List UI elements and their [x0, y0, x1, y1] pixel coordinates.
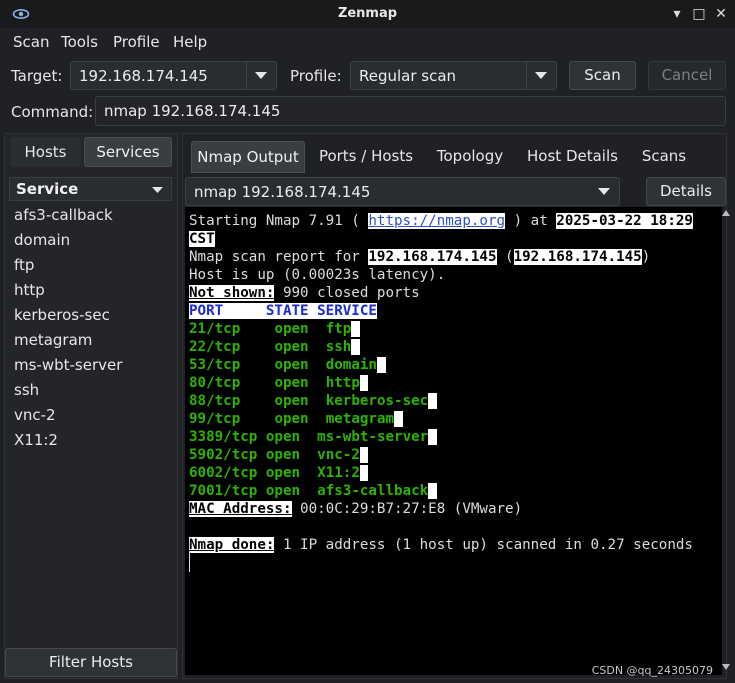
scan-select-dropdown[interactable]: [590, 178, 619, 205]
service-item[interactable]: domain: [14, 231, 70, 249]
target-value[interactable]: 192.168.174.145: [79, 67, 208, 85]
menu-profile[interactable]: Profile: [113, 33, 160, 51]
service-item[interactable]: ms-wbt-server: [14, 356, 122, 374]
port-header-text: PORT STATE SERVICE: [189, 303, 377, 319]
hosts-tab[interactable]: Hosts: [10, 137, 81, 167]
text-cursor: [189, 553, 190, 572]
menu-tools[interactable]: Tools: [61, 33, 98, 51]
port-row: 5902/tcp open vnc-2: [189, 446, 369, 464]
service-item[interactable]: X11:2: [14, 431, 58, 449]
output-text: ): [641, 249, 651, 265]
done-label: Nmap done:: [189, 537, 275, 553]
port-row: 88/tcp open kerberos-sec: [189, 392, 437, 410]
services-tab[interactable]: Services: [84, 137, 172, 167]
output-line: Starting Nmap 7.91 ( https://nmap.org ) …: [189, 212, 693, 230]
not-shown-label: Not shown:: [189, 285, 275, 301]
output-line: Nmap done: 1 IP address (1 host up) scan…: [189, 536, 693, 554]
tab-host-details[interactable]: Host Details: [519, 141, 626, 173]
port-row: 3389/tcp open ms-wbt-server: [189, 428, 437, 446]
profile-label: Profile:: [290, 67, 342, 85]
service-item[interactable]: ssh: [14, 381, 39, 399]
nmap-link[interactable]: https://nmap.org: [368, 213, 506, 229]
selected-scan-command[interactable]: nmap 192.168.174.145: [194, 183, 370, 201]
watermark: CSDN @qq_24305079: [591, 664, 713, 677]
nmap-output-text[interactable]: Starting Nmap 7.91 ( https://nmap.org ) …: [185, 207, 722, 675]
menu-help[interactable]: Help: [173, 33, 207, 51]
service-header-label: Service: [16, 180, 79, 198]
done-summary: 1 IP address (1 host up) scanned in 0.27…: [274, 537, 693, 553]
minimize-button[interactable]: ▾: [667, 4, 687, 24]
scan-date: 2025-03-22 18:29: [556, 213, 693, 229]
cancel-button[interactable]: Cancel: [648, 61, 726, 90]
output-text: 990 closed ports: [274, 285, 420, 301]
service-item[interactable]: vnc-2: [14, 406, 56, 424]
chevron-down-icon: [598, 188, 610, 195]
output-line: CST: [189, 230, 215, 248]
target-dropdown[interactable]: [246, 62, 276, 89]
filter-hosts-button[interactable]: Filter Hosts: [5, 648, 177, 677]
scan-timezone: CST: [189, 231, 215, 247]
host-ip: 192.168.174.145: [368, 249, 497, 265]
scroll-up-icon[interactable]: [722, 210, 730, 216]
port-row: 53/tcp open domain: [189, 356, 386, 374]
port-row: 7001/tcp open afs3-callback: [189, 482, 437, 500]
service-column-header[interactable]: Service: [9, 177, 172, 201]
output-text: (: [496, 249, 514, 265]
title-bar: Zenmap ▾ □ ✕: [0, 0, 735, 28]
maximize-button[interactable]: □: [689, 4, 709, 24]
service-item[interactable]: kerberos-sec: [14, 306, 110, 324]
scan-button[interactable]: Scan: [569, 61, 636, 90]
port-row: 80/tcp open http: [189, 374, 369, 392]
mac-address: 00:0C:29:B7:27:E8 (VMware): [291, 501, 523, 517]
target-label: Target:: [11, 67, 63, 85]
target-combo[interactable]: 192.168.174.145: [70, 61, 277, 90]
tab-scans[interactable]: Scans: [632, 141, 696, 173]
close-button[interactable]: ✕: [711, 4, 731, 24]
menu-scan[interactable]: Scan: [13, 33, 49, 51]
port-row: 99/tcp open metagram: [189, 410, 403, 428]
command-label: Command:: [11, 103, 94, 121]
chevron-down-icon: [535, 72, 547, 79]
scroll-down-icon[interactable]: [722, 664, 730, 670]
menu-bar: Scan Tools Profile Help: [0, 28, 735, 56]
service-item[interactable]: metagram: [14, 331, 92, 349]
command-value[interactable]: nmap 192.168.174.145: [104, 102, 280, 120]
scan-select-combo[interactable]: nmap 192.168.174.145: [185, 177, 620, 206]
output-text: ) at: [505, 213, 557, 229]
details-button[interactable]: Details: [646, 177, 726, 206]
tab-nmap-output[interactable]: Nmap Output: [191, 141, 305, 173]
output-line: Nmap scan report for 192.168.174.145 (19…: [189, 248, 650, 266]
port-table-header: PORT STATE SERVICE: [189, 302, 377, 320]
tab-ports-hosts[interactable]: Ports / Hosts: [311, 141, 421, 173]
chevron-down-icon: [152, 187, 163, 193]
service-item[interactable]: http: [14, 281, 45, 299]
port-row: 21/tcp open ftp: [189, 320, 360, 338]
service-item[interactable]: ftp: [14, 256, 34, 274]
output-text: Nmap scan report for: [189, 249, 369, 265]
service-item[interactable]: afs3-callback: [14, 206, 113, 224]
mac-label: MAC Address:: [189, 501, 292, 517]
output-text: Starting Nmap 7.91 (: [189, 213, 369, 229]
profile-combo[interactable]: Regular scan: [350, 61, 557, 90]
output-line: MAC Address: 00:0C:29:B7:27:E8 (VMware): [189, 500, 522, 518]
chevron-down-icon: [255, 72, 267, 79]
port-row: 22/tcp open ssh: [189, 338, 360, 356]
output-line: Not shown: 990 closed ports: [189, 284, 420, 302]
command-input[interactable]: nmap 192.168.174.145: [95, 96, 726, 126]
tab-topology[interactable]: Topology: [427, 141, 513, 173]
window-title: Zenmap: [337, 6, 398, 21]
profile-dropdown[interactable]: [526, 62, 556, 89]
host-ip: 192.168.174.145: [513, 249, 642, 265]
output-line: Host is up (0.00023s latency).: [189, 267, 446, 283]
port-row: 6002/tcp open X11:2: [189, 464, 369, 482]
profile-value[interactable]: Regular scan: [359, 67, 456, 85]
